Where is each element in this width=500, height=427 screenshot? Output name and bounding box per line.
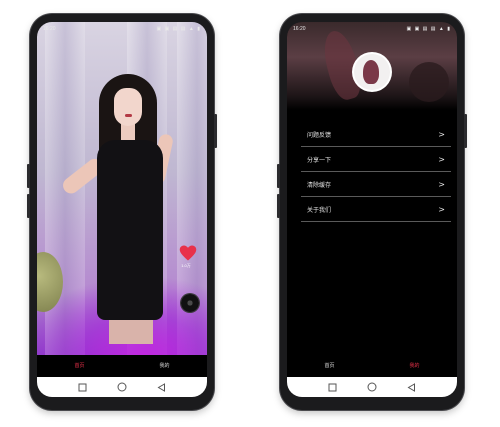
phone-frame-left: 16:20 ▣ ▣ ▤ ▤ ▲ ▮ 1.0万 首页 我的 xyxy=(27,14,217,410)
avatar-image xyxy=(363,60,379,84)
menu-item-about[interactable]: 关于我们 > xyxy=(301,197,451,222)
bottom-tab-bar: 首页 我的 xyxy=(37,355,207,377)
status-icons: ▣ ▣ ▤ ▤ ▲ ▮ xyxy=(406,25,451,32)
menu-item-clear-cache[interactable]: 清除缓存 > xyxy=(301,172,451,197)
settings-menu: 问题反馈 > 分享一下 > 清除缓存 > 关于我们 > xyxy=(301,122,451,222)
menu-item-label: 分享一下 xyxy=(307,157,332,164)
power-button xyxy=(464,114,467,148)
performer-face xyxy=(114,88,142,126)
volume-down-button xyxy=(277,194,280,218)
status-bar: 16:20 ▣ ▣ ▤ ▤ ▲ ▮ xyxy=(37,22,207,35)
chevron-right-icon: > xyxy=(438,179,445,189)
music-disc-icon[interactable] xyxy=(181,294,199,312)
status-time: 16:20 xyxy=(43,25,56,32)
phone-frame-right: 16:20 ▣ ▣ ▤ ▤ ▲ ▮ 问题反馈 > 分享一下 > 清除缓存 > 关… xyxy=(277,14,467,410)
volume-up-button xyxy=(27,164,30,188)
status-icons: ▣ ▣ ▤ ▤ ▲ ▮ xyxy=(156,25,201,32)
menu-item-label: 关于我们 xyxy=(307,207,332,214)
tab-mine[interactable]: 我的 xyxy=(145,363,185,369)
menu-item-share[interactable]: 分享一下 > xyxy=(301,147,451,172)
menu-item-label: 清除缓存 xyxy=(307,182,332,189)
bottom-tab-bar: 首页 我的 xyxy=(287,355,457,377)
like-heart-icon[interactable] xyxy=(179,244,197,262)
video-screen: 16:20 ▣ ▣ ▤ ▤ ▲ ▮ 1.0万 首页 我的 xyxy=(37,22,207,397)
home-circle-icon[interactable] xyxy=(366,381,378,393)
recent-apps-icon[interactable] xyxy=(327,381,339,393)
performer-lips xyxy=(125,114,132,117)
system-nav-bar xyxy=(37,377,207,397)
chevron-right-icon: > xyxy=(438,129,445,139)
profile-screen: 16:20 ▣ ▣ ▤ ▤ ▲ ▮ 问题反馈 > 分享一下 > 清除缓存 > 关… xyxy=(287,22,457,397)
home-circle-icon[interactable] xyxy=(116,381,128,393)
power-button xyxy=(214,114,217,148)
performer-dress xyxy=(97,140,163,320)
status-bar: 16:20 ▣ ▣ ▤ ▤ ▲ ▮ xyxy=(287,22,457,35)
status-time: 16:20 xyxy=(293,25,306,32)
tab-home[interactable]: 首页 xyxy=(60,363,100,369)
volume-up-button xyxy=(277,164,280,188)
like-count: 1.0万 xyxy=(181,263,191,268)
system-nav-bar xyxy=(287,377,457,397)
back-triangle-icon[interactable] xyxy=(405,381,417,393)
volume-down-button xyxy=(27,194,30,218)
menu-item-label: 问题反馈 xyxy=(307,132,332,139)
avatar[interactable] xyxy=(354,54,390,90)
tab-mine[interactable]: 我的 xyxy=(395,363,435,369)
header-decoration xyxy=(409,62,449,102)
back-triangle-icon[interactable] xyxy=(155,381,167,393)
tab-home[interactable]: 首页 xyxy=(310,363,350,369)
recent-apps-icon[interactable] xyxy=(77,381,89,393)
menu-item-feedback[interactable]: 问题反馈 > xyxy=(301,122,451,147)
chevron-right-icon: > xyxy=(438,204,445,214)
chevron-right-icon: > xyxy=(438,154,445,164)
